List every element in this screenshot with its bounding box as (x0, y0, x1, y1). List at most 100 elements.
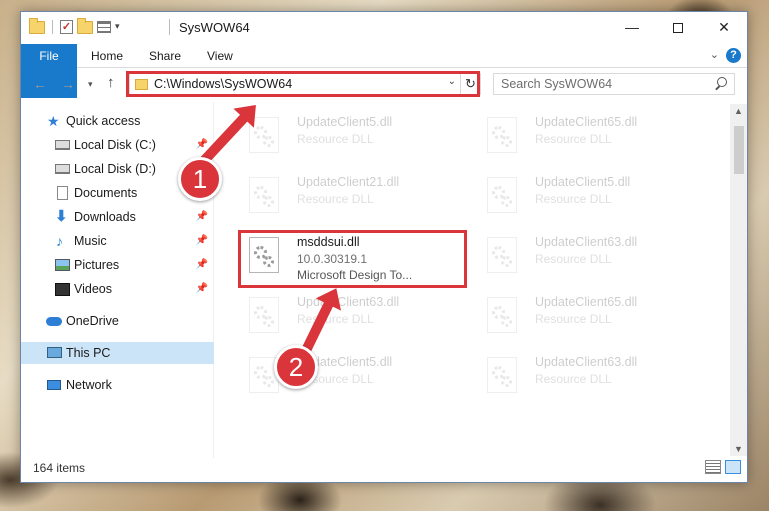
search-placeholder: Search SysWOW64 (501, 77, 613, 91)
sidebar-item-local-disk-c[interactable]: Local Disk (C:) 📌 (21, 134, 214, 156)
file-tile[interactable]: UpdateClient65.dll Resource DLL (473, 108, 703, 162)
maximize-button[interactable] (655, 12, 701, 42)
recent-locations-button[interactable]: ▾ (88, 79, 93, 90)
documents-icon (57, 186, 68, 200)
dll-file-icon (249, 297, 279, 333)
title-divider (169, 19, 170, 35)
customize-icon[interactable] (97, 20, 111, 33)
refresh-button[interactable]: ↻ (460, 74, 480, 94)
sidebar-item-label: Network (66, 378, 112, 392)
search-icon[interactable] (714, 77, 728, 91)
videos-icon (55, 283, 70, 296)
pin-icon[interactable]: 📌 (196, 254, 208, 276)
file-description: Microsoft Design To... (297, 268, 413, 282)
file-description: Resource DLL (297, 192, 374, 206)
pin-icon[interactable]: 📌 (196, 206, 208, 228)
this-pc-icon (47, 347, 62, 358)
file-tile-msddsui[interactable]: msddsui.dll 10.0.30319.1 Microsoft Desig… (235, 228, 465, 282)
file-description: Resource DLL (535, 372, 612, 386)
drive-icon (55, 140, 70, 150)
pictures-icon (55, 259, 70, 271)
title-bar: ✓ ▾ SysWOW64 — ✕ (21, 12, 747, 44)
chevron-down-icon[interactable]: ⌄ (448, 76, 456, 87)
file-name: msddsui.dll (297, 235, 360, 249)
file-explorer-window: ✓ ▾ SysWOW64 — ✕ File Home Share View ⌄ … (20, 11, 748, 483)
close-button[interactable]: ✕ (701, 12, 747, 42)
pin-icon[interactable]: 📌 (196, 278, 208, 300)
address-bar[interactable]: C:\Windows\SysWOW64 ⌄ ↻ (129, 73, 481, 95)
dll-file-icon (487, 297, 517, 333)
tab-view[interactable]: View (197, 44, 243, 68)
star-icon: ★ (47, 113, 60, 129)
sidebar-item-music[interactable]: ♪ Music 📌 (21, 230, 214, 252)
file-name: UpdateClient63.dll (297, 295, 400, 309)
toolbar-divider (52, 19, 53, 34)
back-button[interactable]: ← (33, 76, 47, 92)
file-list: UpdateClient5.dll Resource DLL UpdateCli… (225, 104, 729, 456)
drive-icon (55, 164, 70, 174)
file-tile[interactable]: UpdateClient5.dll Resource DLL (235, 348, 465, 402)
help-icon[interactable]: ? (726, 48, 741, 63)
expand-ribbon-icon[interactable]: ⌄ (710, 48, 719, 61)
search-input[interactable]: Search SysWOW64 (493, 73, 735, 95)
sidebar-item-this-pc[interactable]: This PC (21, 342, 214, 364)
network-icon (47, 380, 61, 390)
scroll-up-icon[interactable]: ▲ (734, 106, 743, 116)
sidebar-item-videos[interactable]: Videos 📌 (21, 278, 214, 300)
sidebar-item-label: OneDrive (66, 314, 119, 328)
new-folder-icon[interactable] (77, 18, 93, 34)
properties-check-icon[interactable]: ✓ (60, 19, 73, 34)
file-tile[interactable]: UpdateClient63.dll Resource DLL (235, 288, 465, 342)
file-tile[interactable]: UpdateClient5.dll Resource DLL (473, 168, 703, 222)
details-view-icon[interactable] (705, 460, 721, 474)
maximize-icon (673, 23, 683, 34)
file-name: UpdateClient65.dll (535, 295, 638, 309)
view-switcher (705, 460, 741, 474)
step-badge-1: 1 (178, 157, 222, 201)
address-path[interactable]: C:\Windows\SysWOW64 (154, 77, 292, 91)
file-tile[interactable]: UpdateClient21.dll Resource DLL (235, 168, 465, 222)
file-description: Resource DLL (297, 312, 374, 326)
item-count: 164 items (33, 461, 86, 475)
tab-home[interactable]: Home (81, 44, 133, 68)
file-description: Resource DLL (297, 132, 374, 146)
navigation-bar: ← → ▾ ↑ C:\Windows\SysWOW64 ⌄ ↻ Search S… (21, 69, 747, 101)
quick-access-toolbar: ✓ ▾ (29, 18, 120, 34)
pin-icon[interactable]: 📌 (196, 230, 208, 252)
step-badge-2: 2 (274, 345, 318, 389)
sidebar-item-label: Local Disk (C:) (74, 138, 156, 152)
window-title: SysWOW64 (179, 20, 250, 35)
file-name: UpdateClient63.dll (535, 235, 638, 249)
dll-file-icon (487, 237, 517, 273)
file-tile[interactable]: UpdateClient5.dll Resource DLL (235, 108, 465, 162)
file-tile[interactable]: UpdateClient63.dll Resource DLL (473, 228, 703, 282)
sidebar-item-label: Pictures (74, 258, 120, 272)
onedrive-icon (46, 317, 62, 326)
sidebar-item-pictures[interactable]: Pictures 📌 (21, 254, 214, 276)
forward-button[interactable]: → (61, 76, 75, 92)
up-button[interactable]: ↑ (107, 74, 115, 91)
music-icon: ♪ (56, 233, 63, 249)
chevron-down-icon[interactable]: ▾ (115, 21, 120, 32)
sidebar-item-label: Music (74, 234, 107, 248)
file-description: Resource DLL (535, 192, 612, 206)
sidebar-item-label: Videos (74, 282, 112, 296)
large-icons-view-icon[interactable] (725, 460, 741, 474)
minimize-button[interactable]: — (609, 12, 655, 42)
vertical-scrollbar[interactable]: ▲ ▼ (730, 104, 747, 456)
tab-share[interactable]: Share (139, 44, 191, 68)
file-tile[interactable]: UpdateClient65.dll Resource DLL (473, 288, 703, 342)
sidebar-item-downloads[interactable]: ⬇ Downloads 📌 (21, 206, 214, 228)
dll-file-icon (487, 117, 517, 153)
sidebar-item-network[interactable]: Network (21, 374, 214, 396)
sidebar-item-onedrive[interactable]: OneDrive (21, 310, 214, 332)
file-tile[interactable]: UpdateClient63.dll Resource DLL (473, 348, 703, 402)
dll-file-icon (487, 357, 517, 393)
sidebar-item-quick-access[interactable]: ★ Quick access (21, 110, 214, 132)
scrollbar-thumb[interactable] (734, 126, 744, 174)
file-description: Resource DLL (535, 132, 612, 146)
file-name: UpdateClient63.dll (535, 355, 638, 369)
sidebar-item-label: This PC (66, 346, 111, 360)
scroll-down-icon[interactable]: ▼ (734, 444, 743, 454)
file-name: UpdateClient5.dll (297, 115, 393, 129)
